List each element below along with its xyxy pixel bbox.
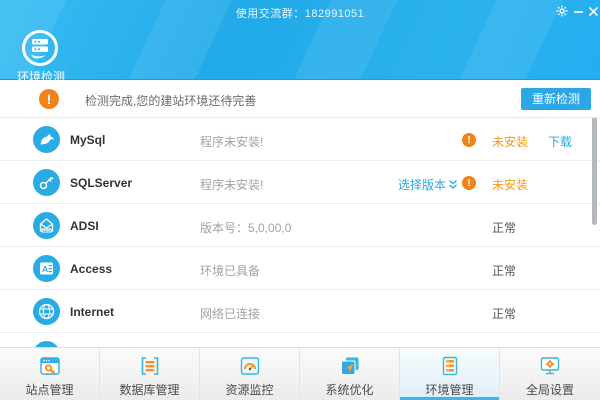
app-window: 使用交流群：182991051 环境检测 ! 检测完成,您的建站环境还待完善 重…: [0, 0, 600, 400]
nav-label: 数据库管理: [119, 383, 180, 397]
recheck-button[interactable]: 重新检测: [520, 88, 591, 110]
nav-label: 资源监控: [225, 383, 274, 397]
row-status: 程序未安装!: [200, 178, 264, 192]
version-select-label: 选择版本: [398, 178, 447, 192]
nav-label: 站点管理: [25, 383, 74, 397]
scrollbar-thumb[interactable]: [592, 118, 597, 225]
row-status: 环境已具备: [200, 264, 261, 278]
nav-label: 环境管理: [425, 383, 474, 397]
row-mysql: MySql 程序未安装! ! 未安装 下载: [0, 118, 600, 161]
row-name: Access: [70, 262, 113, 276]
row-name: MySql: [70, 133, 106, 147]
row-status: 网络已连接: [200, 307, 261, 321]
nav-label: 系统优化: [325, 383, 374, 397]
minimize-icon[interactable]: [570, 3, 586, 19]
row-status: 版本号：5,0,00,0: [200, 221, 292, 235]
svg-text:ADSI: ADSI: [42, 229, 51, 233]
gauge-window-icon: [238, 354, 262, 378]
nav-item-site-management[interactable]: 站点管理: [0, 348, 100, 400]
row-state: 未安装: [492, 178, 529, 192]
environment-detect-icon: [22, 30, 58, 66]
nav-label: 全局设置: [525, 383, 574, 397]
detection-list: MySql 程序未安装! ! 未安装 下载 SQLServer 程序未安装! 选…: [0, 118, 600, 347]
version-select-link[interactable]: 选择版本: [398, 176, 458, 193]
mysql-dolphin-icon: [33, 126, 60, 153]
monitor-gear-icon: [538, 354, 562, 378]
internet-globe-icon: [33, 298, 60, 325]
row-state: 正常: [492, 307, 517, 321]
row-state: 正常: [492, 264, 517, 278]
row-sqlserver: SQLServer 程序未安装! 选择版本 ! 未安装: [0, 161, 600, 204]
nav-item-global-settings[interactable]: 全局设置: [500, 348, 600, 400]
adsi-envelope-icon: ADSI: [33, 212, 60, 239]
nav-item-system-optimize[interactable]: 系统优化: [300, 348, 400, 400]
row-internet: Internet 网络已连接 正常: [0, 290, 600, 333]
chevron-double-down-icon: [449, 179, 457, 189]
row-name: SQLServer: [70, 176, 133, 190]
row-warning-icon: !: [462, 133, 476, 147]
row-name: Internet: [70, 305, 115, 319]
nav-item-resource-monitor[interactable]: 资源监控: [200, 348, 300, 400]
access-icon: A: [33, 255, 60, 282]
download-link[interactable]: 下载: [548, 133, 572, 150]
server-stack-icon: [438, 354, 462, 378]
site-window-wrench-icon: [38, 354, 62, 378]
row-adsi: ADSI ADSI 版本号：5,0,00,0 正常: [0, 204, 600, 247]
row-state: 未安装: [492, 135, 529, 149]
row-access: A Access 环境已具备 正常: [0, 247, 600, 290]
nav-item-database-management[interactable]: 数据库管理: [100, 348, 200, 400]
close-icon[interactable]: [585, 3, 600, 19]
window-title: 使用交流群：182991051: [235, 8, 365, 20]
database-brackets-icon: [138, 354, 162, 378]
svg-text:A: A: [42, 264, 48, 274]
sqlserver-key-icon: [33, 169, 60, 196]
optimize-paper-plane-icon: [338, 354, 362, 378]
warning-icon: !: [39, 89, 59, 109]
row-status: 程序未安装!: [200, 135, 264, 149]
row-warning-icon: !: [462, 176, 476, 190]
row-state: 正常: [492, 221, 517, 235]
row-name: ADSI: [70, 219, 99, 233]
bottom-nav: 站点管理 数据库管理 资源监控 系统优化 环境管理 全局设置: [0, 347, 600, 400]
app-header: 使用交流群：182991051 环境检测: [0, 0, 600, 84]
detection-notice-bar: ! 检测完成,您的建站环境还待完善 重新检测: [0, 80, 600, 118]
nav-item-environment-management[interactable]: 环境管理: [400, 348, 500, 400]
settings-gear-icon[interactable]: [554, 3, 570, 19]
notice-message: 检测完成,您的建站环境还待完善: [85, 94, 257, 108]
